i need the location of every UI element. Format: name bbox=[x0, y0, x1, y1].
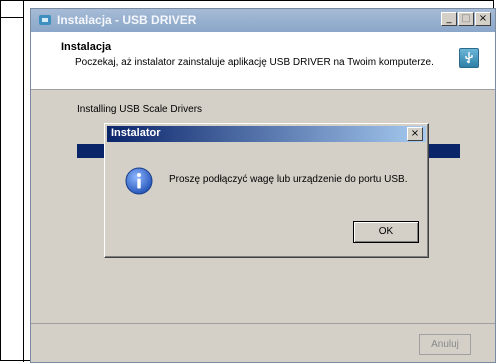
close-button[interactable]: × bbox=[475, 12, 491, 26]
wizard-header: Instalacja Poczekaj, aż instalator zains… bbox=[31, 32, 495, 90]
title-bar[interactable]: Instalacja - USB DRIVER _ □ × bbox=[31, 9, 495, 32]
status-text: Installing USB Scale Drivers bbox=[77, 104, 203, 115]
wizard-footer: Anuluj bbox=[31, 323, 495, 362]
dialog-message: Proszę podłączyć wagę lub urządzenie do … bbox=[169, 174, 408, 185]
ok-button[interactable]: OK bbox=[353, 221, 419, 243]
cancel-button[interactable]: Anuluj bbox=[419, 334, 471, 355]
dialog-title-bar[interactable]: Instalator × bbox=[107, 126, 426, 142]
dialog-title: Instalator bbox=[111, 127, 161, 139]
frame-divider bbox=[23, 17, 24, 362]
minimize-button[interactable]: _ bbox=[441, 12, 457, 26]
window-controls: _ □ × bbox=[440, 12, 491, 26]
page-title: Instalacja bbox=[61, 41, 112, 53]
message-dialog: Instalator × Proszę podłączyć wagę lub u… bbox=[104, 123, 429, 258]
page-subtitle: Poczekaj, aż instalator zainstaluje apli… bbox=[75, 57, 434, 68]
info-icon bbox=[125, 167, 153, 195]
usb-icon bbox=[459, 48, 479, 68]
frame-corner bbox=[1, 1, 24, 18]
installer-app-icon bbox=[39, 15, 51, 25]
maximize-button[interactable]: □ bbox=[458, 12, 474, 26]
window-title: Instalacja - USB DRIVER bbox=[57, 13, 197, 27]
dialog-close-button[interactable]: × bbox=[407, 127, 423, 141]
